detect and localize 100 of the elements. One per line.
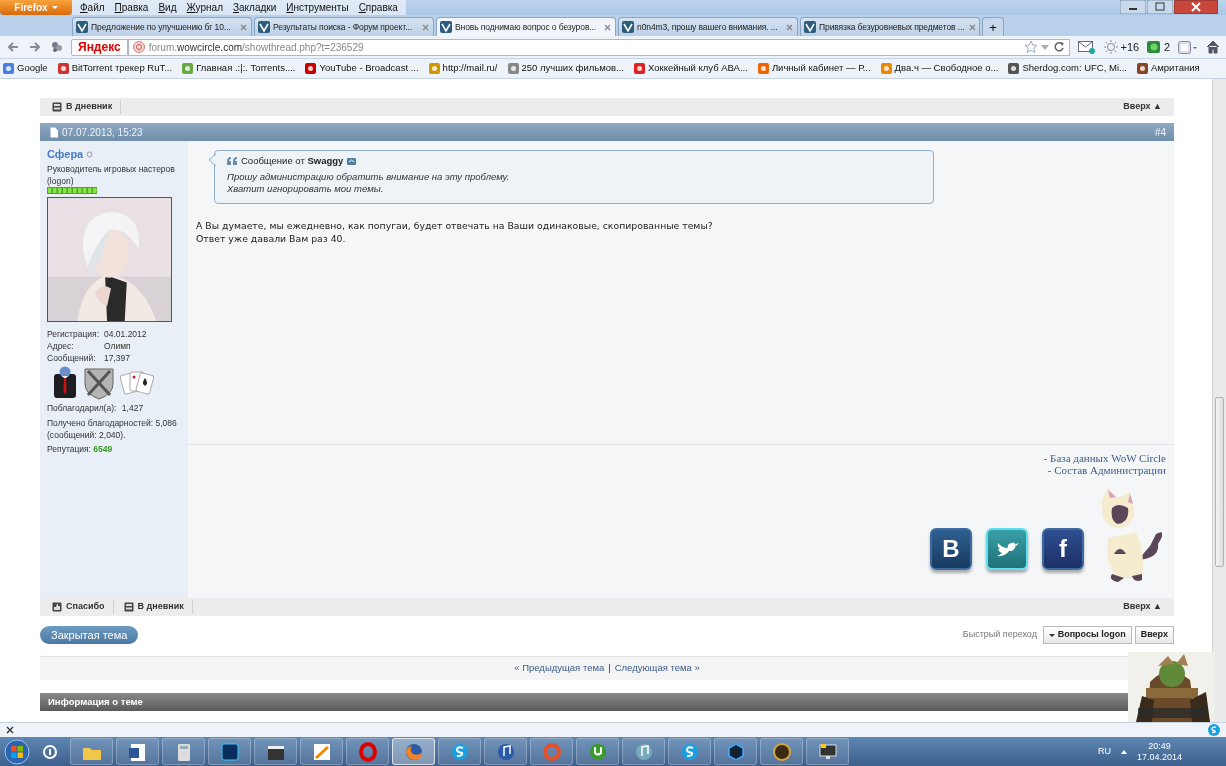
power-icon[interactable] xyxy=(41,742,59,761)
closed-thread-button[interactable]: Закрытая тема xyxy=(40,626,139,644)
forward-icon[interactable] xyxy=(28,41,42,53)
bookmark[interactable]: http://mail.ru/ xyxy=(428,61,498,76)
identity-icon[interactable] xyxy=(50,41,63,53)
diary-link[interactable]: В дневник xyxy=(52,100,122,114)
bookmark[interactable]: Sherdog.com: UFC, Mi... xyxy=(1008,61,1127,76)
quote-icon xyxy=(227,156,237,167)
bookmark[interactable]: Google xyxy=(3,61,48,76)
menu-item[interactable]: Инструменты xyxy=(282,0,353,15)
skype-icon[interactable] xyxy=(1208,724,1220,736)
taskbar-button[interactable] xyxy=(760,738,803,765)
browser-tab[interactable]: Вновь поднимаю вопрос о безуров... xyxy=(436,17,616,36)
reload-icon[interactable] xyxy=(1052,41,1065,53)
taskbar-button[interactable] xyxy=(392,738,435,765)
diary-link[interactable]: В дневник xyxy=(123,600,193,614)
user-title: Руководитель игровых настеров (logon) xyxy=(47,162,176,187)
forum-select[interactable]: Вопросы logon xyxy=(1042,626,1132,644)
menu-item[interactable]: Правка xyxy=(110,0,153,15)
close-icon[interactable] xyxy=(6,726,14,734)
bookmark[interactable]: Два.ч — Свободное о... xyxy=(880,61,999,76)
post-date: 07.07.2013, 15:23 xyxy=(62,125,143,140)
back-icon[interactable] xyxy=(6,41,20,53)
new-tab-button[interactable]: + xyxy=(982,17,1004,36)
browser-tab[interactable]: Предложение по улучшению бг 10... xyxy=(72,17,252,36)
notification-icon[interactable] xyxy=(1147,40,1162,54)
site-icon xyxy=(305,63,317,74)
dropdown-icon[interactable] xyxy=(1040,44,1049,50)
field-label: Регистрация: xyxy=(47,327,101,340)
field-label: Поблагодарил(а): xyxy=(47,401,117,414)
facebook-share-button[interactable]: f xyxy=(1042,528,1084,570)
opera-icon xyxy=(356,741,379,762)
scrollbar[interactable] xyxy=(1212,79,1226,722)
search-engine-logo[interactable]: Яндекс xyxy=(71,38,128,56)
menu-item[interactable]: Файл xyxy=(76,0,109,15)
site-icon xyxy=(804,21,816,33)
thanks-received-text: Получено благодарностей: 5,086 (сообщений: 2,040). xyxy=(47,416,178,441)
username-link[interactable]: Сфера xyxy=(47,148,84,160)
view-post-icon[interactable] xyxy=(347,157,357,165)
field-value: 17,397 xyxy=(104,351,130,364)
bookmark[interactable]: Личный кабинет — Р... xyxy=(757,61,871,76)
taskbar-button[interactable] xyxy=(300,738,343,765)
bookmark[interactable]: Главная .:|:. Torrents.... xyxy=(182,61,296,76)
minimize-button[interactable] xyxy=(1120,0,1146,14)
language-indicator[interactable]: RU xyxy=(1097,744,1111,759)
close-button[interactable] xyxy=(1174,0,1218,14)
weather-count[interactable]: +16 xyxy=(1120,38,1140,56)
browser-tab[interactable]: Привязка безуровневых предметов ... xyxy=(800,17,980,36)
taskbar-button[interactable] xyxy=(806,738,849,765)
weather-icon[interactable] xyxy=(1103,40,1118,54)
menu-item[interactable]: Закладки xyxy=(228,0,281,15)
site-icon xyxy=(440,21,452,33)
start-button[interactable] xyxy=(4,738,30,765)
site-icon xyxy=(182,63,194,74)
show-hidden-icons[interactable] xyxy=(1120,749,1127,754)
field-value: 04.01.2012 xyxy=(104,327,147,340)
bookmark[interactable]: Амритания xyxy=(1136,61,1200,76)
vk-share-button[interactable]: B xyxy=(930,528,972,570)
menu-item[interactable]: Вид xyxy=(154,0,181,15)
bookmark[interactable]: YouTube - Broadcast ... xyxy=(305,61,419,76)
document-icon xyxy=(50,126,59,138)
site-icon xyxy=(428,63,440,74)
site-icon xyxy=(258,21,270,33)
thanks-link[interactable]: Спасибо xyxy=(52,600,114,614)
notification-count[interactable]: 2 xyxy=(1163,38,1170,56)
bookmark[interactable]: 250 лучших фильмов... xyxy=(507,61,624,76)
menu-item[interactable]: Справка xyxy=(354,0,402,15)
browser-tab[interactable]: n0n4m3, прошу вашего внимания. ... xyxy=(618,17,798,36)
taskbar-button[interactable] xyxy=(484,738,527,765)
taskbar-button[interactable] xyxy=(208,738,251,765)
clock-date[interactable]: 17.04.2014 xyxy=(1136,751,1182,763)
signature-link[interactable]: - Состав Администрации xyxy=(1047,464,1166,476)
site-icon xyxy=(1136,63,1148,74)
previous-thread-link[interactable]: « Предыдущая тема xyxy=(514,661,605,676)
menu-item[interactable]: Журнал xyxy=(182,0,227,15)
address-field[interactable]: forum.wowcircle.com/showthread.php?t=236529 xyxy=(127,38,1070,56)
signature-link[interactable]: - База данных WoW Circle xyxy=(1043,453,1166,465)
next-thread-link[interactable]: Следующая тема » xyxy=(614,661,700,676)
mail-icon[interactable] xyxy=(1077,40,1096,54)
clock-time[interactable]: 20:49 xyxy=(1136,740,1182,752)
site-icon xyxy=(57,63,69,74)
image-editor-icon xyxy=(218,741,241,762)
quote-text: Прошу администрацию обратить внимание на эту проблему. xyxy=(227,171,511,184)
star-icon[interactable] xyxy=(1024,41,1037,53)
bookmarks-menu-icon[interactable] xyxy=(1178,40,1198,54)
twitter-share-button[interactable] xyxy=(986,528,1028,570)
message-text: А Вы думаете, мы ежедневно, как попугаи, будет отвечать на Ваши одинаковые, скопированные темы? xyxy=(196,219,714,233)
taskbar-button[interactable] xyxy=(116,738,159,765)
home-icon[interactable] xyxy=(1206,40,1220,54)
go-button[interactable]: Вверх xyxy=(1134,626,1174,644)
taskbar-button[interactable] xyxy=(714,738,757,765)
back-to-top-link[interactable]: Вверх ▲ xyxy=(1123,600,1162,614)
back-to-top-link[interactable]: Вверх ▲ xyxy=(1123,100,1162,114)
shield-icon xyxy=(82,365,116,400)
taskbar-button[interactable] xyxy=(254,738,297,765)
bookmark[interactable]: BitTorrent трекер RuT... xyxy=(57,61,173,76)
site-icon xyxy=(132,41,145,53)
browser-tab[interactable]: Результаты поиска - Форум проект... xyxy=(254,17,434,36)
bookmark[interactable]: Хоккейный клуб АВА... xyxy=(633,61,748,76)
taskbar-button[interactable] xyxy=(576,738,619,765)
